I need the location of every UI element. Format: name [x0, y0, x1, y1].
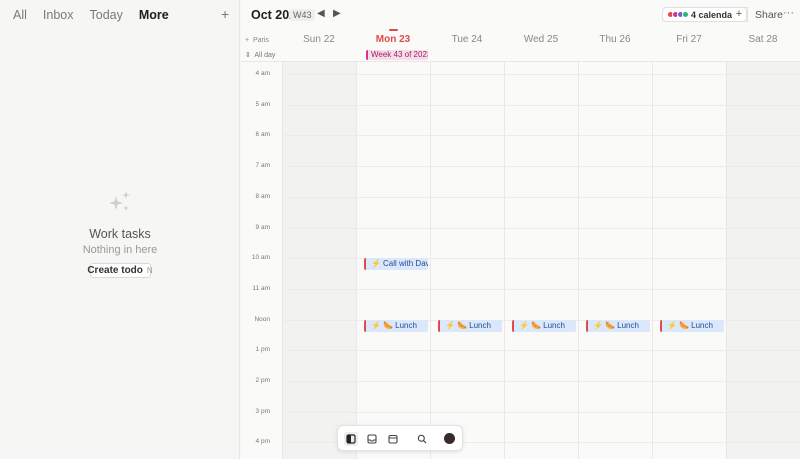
timezone-name: Paris [252, 37, 269, 44]
hour-label: 4 pm [255, 438, 270, 446]
nav-tabs: All Inbox Today More [13, 9, 185, 22]
calendar-event[interactable]: ⚡ 🌭 Lunch [364, 319, 428, 332]
hour-line [282, 288, 800, 290]
calendar: Oct 2023 W43 ◀ ▶ 4 calendars + Share ···… [241, 0, 800, 459]
hour-line [282, 166, 800, 168]
calendar-header: Oct 2023 W43 ◀ ▶ 4 calendars + Share ··· [241, 0, 800, 28]
time-grid[interactable]: 4 am 5 am 6 am 7 am 8 am 9 am 10 am 11 am Noon 1 … [241, 62, 800, 459]
week-badge: W43 [290, 9, 315, 21]
bolt-icon: ⚡ [519, 320, 529, 330]
calendar-color-dots [667, 11, 689, 18]
hour-line [282, 350, 800, 352]
hour-line [282, 411, 800, 413]
hour-label: Noon [254, 315, 270, 323]
hour-line [282, 74, 800, 75]
hour-label: 11 am [252, 284, 270, 292]
inbox-icon[interactable] [365, 432, 379, 446]
event-title: 🌭 Lunch [678, 320, 713, 330]
calendar-event[interactable]: ⚡ 🌭 Lunch [438, 319, 502, 332]
hour-line [282, 196, 800, 198]
hour-line [282, 227, 800, 229]
nav-tab-today[interactable]: Today [90, 9, 123, 22]
sparkle-icon [109, 191, 130, 211]
day-header[interactable]: Wed 25 [504, 34, 578, 46]
empty-subtitle: Nothing in here [82, 244, 158, 256]
hour-label: 9 am [255, 223, 270, 231]
hour-line [282, 104, 800, 106]
nav-tab-inbox[interactable]: Inbox [43, 9, 74, 22]
day-header[interactable]: Sat 28 [726, 34, 800, 46]
event-title: 🌭 Lunch [530, 320, 565, 330]
hour-label: 2 pm [255, 377, 270, 384]
hour-label: 10 am [251, 254, 270, 262]
day-header[interactable]: Thu 26 [578, 34, 652, 46]
bottom-toolbar [337, 425, 463, 451]
calendar-event[interactable]: ⚡Call with David [364, 258, 428, 271]
bolt-icon: ⚡ [371, 259, 381, 269]
hour-label: 1 pm [255, 346, 270, 354]
empty-title: Work tasks [89, 227, 151, 241]
allday-row: ⇕ All day Week 43 of 2023 [241, 46, 800, 62]
event-title: 🌭 Lunch [604, 320, 639, 330]
day-header[interactable]: Tue 24 [430, 34, 504, 46]
calendar-event[interactable]: ⚡ 🌭 Lunch [512, 319, 576, 332]
day-column[interactable] [282, 62, 356, 459]
hour-label: 4 am [255, 70, 270, 77]
hour-line [282, 381, 800, 382]
bolt-icon: ⚡ [371, 320, 381, 330]
hour-label: 7 am [255, 162, 270, 170]
create-todo-label: Create todo [87, 265, 143, 276]
event-title: 🌭 Lunch [382, 320, 417, 330]
day-column[interactable] [726, 62, 800, 459]
today-indicator [389, 29, 398, 31]
add-list-button[interactable]: + [221, 7, 229, 21]
hour-line [282, 135, 800, 137]
event-title: 🌭 Lunch [456, 320, 491, 330]
share-button[interactable]: Share [755, 9, 783, 21]
avatar[interactable] [444, 433, 455, 444]
prev-week-icon[interactable]: ◀ [317, 8, 325, 20]
calendar-event[interactable]: ⚡ 🌭 Lunch [586, 319, 650, 332]
calendar-icon[interactable] [386, 432, 400, 446]
left-panel: All Inbox Today More + Work tasks Nothin… [0, 0, 240, 459]
shortcut-hint: N [146, 266, 153, 275]
timezone-label[interactable]: + Paris [245, 36, 269, 46]
search-icon[interactable] [415, 432, 429, 446]
day-header[interactable]: Mon 23 [356, 34, 430, 46]
day-header-row: + Paris Sun 22 Mon 23 Tue 24 Wed 25 Thu 26 Fr… [241, 28, 800, 46]
calendar-event[interactable]: ⚡ 🌭 Lunch [660, 319, 724, 332]
day-header[interactable]: Sun 22 [282, 34, 356, 46]
hour-label: 5 am [255, 100, 270, 108]
bolt-icon: ⚡ [667, 320, 677, 330]
nav-tab-all[interactable]: All [13, 9, 27, 22]
allday-label[interactable]: ⇕ All day [245, 51, 275, 60]
day-column[interactable] [578, 62, 652, 459]
day-column[interactable] [430, 62, 504, 459]
hour-label: 6 am [255, 131, 270, 139]
bolt-icon: ⚡ [445, 320, 455, 330]
nav-tab-more[interactable]: More [139, 9, 169, 22]
day-column[interactable] [504, 62, 578, 459]
allday-text: All day [254, 52, 276, 59]
next-week-icon[interactable]: ▶ [333, 8, 341, 20]
more-icon[interactable]: ··· [783, 7, 794, 19]
empty-state: Work tasks Nothing in here Create todo N [0, 190, 240, 278]
day-column[interactable] [652, 62, 726, 459]
event-title: Call with David [382, 259, 428, 269]
calendar-color-dot [682, 11, 689, 18]
create-todo-button[interactable]: Create todo N [87, 263, 153, 278]
hour-label: 3 pm [255, 407, 270, 415]
add-calendar-button[interactable]: + [732, 7, 747, 22]
hour-label: 8 am [255, 192, 270, 200]
hour-line [282, 258, 800, 260]
bolt-icon: ⚡ [593, 320, 603, 330]
allday-event[interactable]: Week 43 of 2023 [366, 50, 428, 60]
sidebar-toggle-icon[interactable] [344, 432, 358, 446]
day-header[interactable]: Fri 27 [652, 34, 726, 46]
